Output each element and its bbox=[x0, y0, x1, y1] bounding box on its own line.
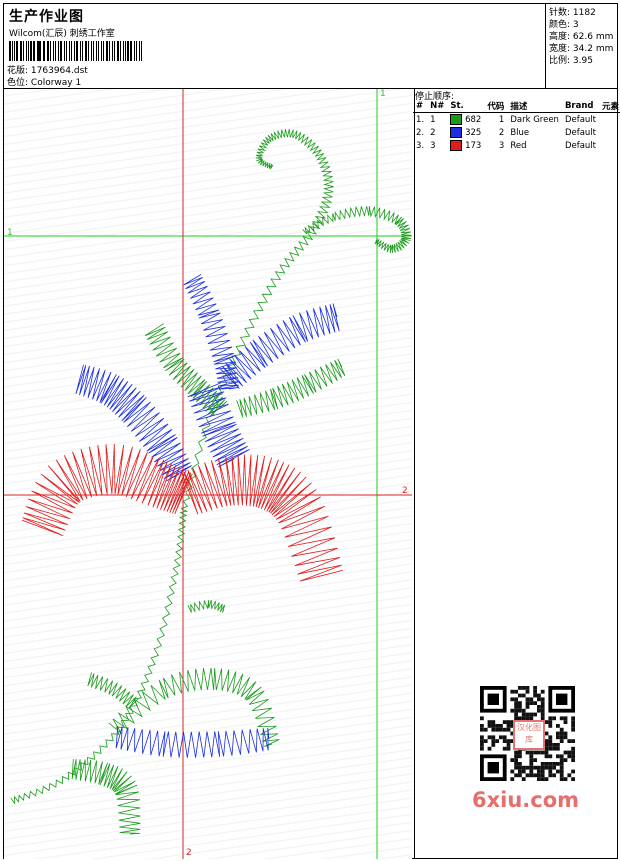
stat-height: 高度: 62.6 mm bbox=[549, 32, 614, 42]
colorway-line: 色位: Colorway 1 bbox=[7, 75, 81, 88]
green-leaf-small bbox=[87, 672, 139, 709]
col-hash: # bbox=[413, 100, 428, 113]
col-code: 代码 bbox=[484, 100, 508, 113]
stop-sequence-table: # N# St. 代码 描述 Brand 元素 1. 1 682 1 Dark … bbox=[413, 100, 620, 152]
row-code: 2 bbox=[498, 127, 505, 138]
guide-label-h2: 2 bbox=[402, 486, 408, 496]
colorway-value: Colorway 1 bbox=[30, 78, 82, 88]
col-element: 元素 bbox=[599, 100, 620, 113]
table-header-row: # N# St. 代码 描述 Brand 元素 bbox=[413, 100, 620, 113]
row-n: 1 bbox=[430, 114, 436, 125]
row-stitches: 682 bbox=[447, 113, 484, 127]
row-desc: Red bbox=[510, 140, 527, 151]
company-name: Wilcom(汇辰) 刺绣工作室 bbox=[9, 29, 115, 39]
barcode bbox=[9, 41, 144, 61]
row-num: 3. bbox=[416, 140, 425, 151]
stem-lower bbox=[10, 508, 189, 805]
row-code: 3 bbox=[498, 140, 505, 151]
red-petal-left bbox=[21, 443, 193, 537]
design-canvas[interactable]: 1 1 2 2 bbox=[4, 89, 412, 859]
row-brand: Default bbox=[564, 140, 597, 151]
stat-stitches: 针数: 1182 bbox=[549, 8, 596, 18]
embroidery-preview bbox=[4, 89, 412, 859]
row-brand: Default bbox=[564, 127, 597, 138]
row-stitches: 173 bbox=[447, 139, 484, 152]
row-num: 2. bbox=[416, 127, 425, 138]
guide-label-v1: 1 bbox=[380, 89, 386, 99]
color-swatch bbox=[450, 140, 463, 151]
row-n: 3 bbox=[430, 140, 436, 151]
watermark-brand: 6xiu.com bbox=[472, 788, 580, 812]
stat-width: 宽度: 34.2 mm bbox=[549, 44, 614, 54]
stats-divider bbox=[545, 4, 546, 88]
row-n: 2 bbox=[430, 127, 436, 138]
guide-label-h1: 1 bbox=[7, 228, 13, 238]
color-swatch bbox=[450, 127, 463, 138]
row-stitches: 325 bbox=[447, 126, 484, 139]
row-element bbox=[599, 139, 620, 152]
col-desc: 描述 bbox=[507, 100, 562, 113]
row-brand: Default bbox=[564, 114, 597, 125]
panel-divider bbox=[414, 88, 415, 858]
col-n: N# bbox=[427, 100, 448, 113]
watermark-stamp: 汉化图库 bbox=[513, 720, 545, 750]
col-brand: Brand bbox=[561, 100, 600, 113]
col-stitches: St. bbox=[447, 100, 485, 113]
table-row[interactable]: 3. 3 173 3 Red Default bbox=[413, 139, 620, 152]
row-desc: Blue bbox=[510, 127, 530, 138]
blue-leaf-lower bbox=[115, 726, 270, 758]
color-swatch bbox=[450, 114, 463, 125]
right-curl bbox=[302, 205, 412, 254]
row-num: 1. bbox=[416, 114, 425, 125]
green-leaf-right bbox=[236, 358, 346, 418]
stat-colors: 颜色: 3 bbox=[549, 20, 579, 30]
red-petal-right bbox=[181, 454, 343, 582]
stats-panel: 针数: 1182 颜色: 3 高度: 62.6 mm 宽度: 34.2 mm 比… bbox=[549, 7, 613, 67]
row-code: 1 bbox=[498, 114, 505, 125]
green-sprig bbox=[187, 599, 226, 613]
table-row[interactable]: 1. 1 682 1 Dark Green Default bbox=[413, 113, 620, 127]
page-title: 生产作业图 bbox=[9, 9, 84, 25]
guide-label-v2: 2 bbox=[186, 848, 192, 858]
table-row[interactable]: 2. 2 325 2 Blue Default bbox=[413, 126, 620, 139]
row-element bbox=[599, 113, 620, 127]
row-desc: Dark Green bbox=[510, 114, 559, 125]
row-element bbox=[599, 126, 620, 139]
stat-scale: 比例: 3.95 bbox=[549, 56, 593, 66]
blue-petal-left bbox=[75, 364, 192, 482]
colorway-label: 色位: bbox=[7, 78, 29, 88]
green-leaf-bottom bbox=[71, 759, 141, 835]
stem-upper-curl bbox=[181, 129, 334, 509]
